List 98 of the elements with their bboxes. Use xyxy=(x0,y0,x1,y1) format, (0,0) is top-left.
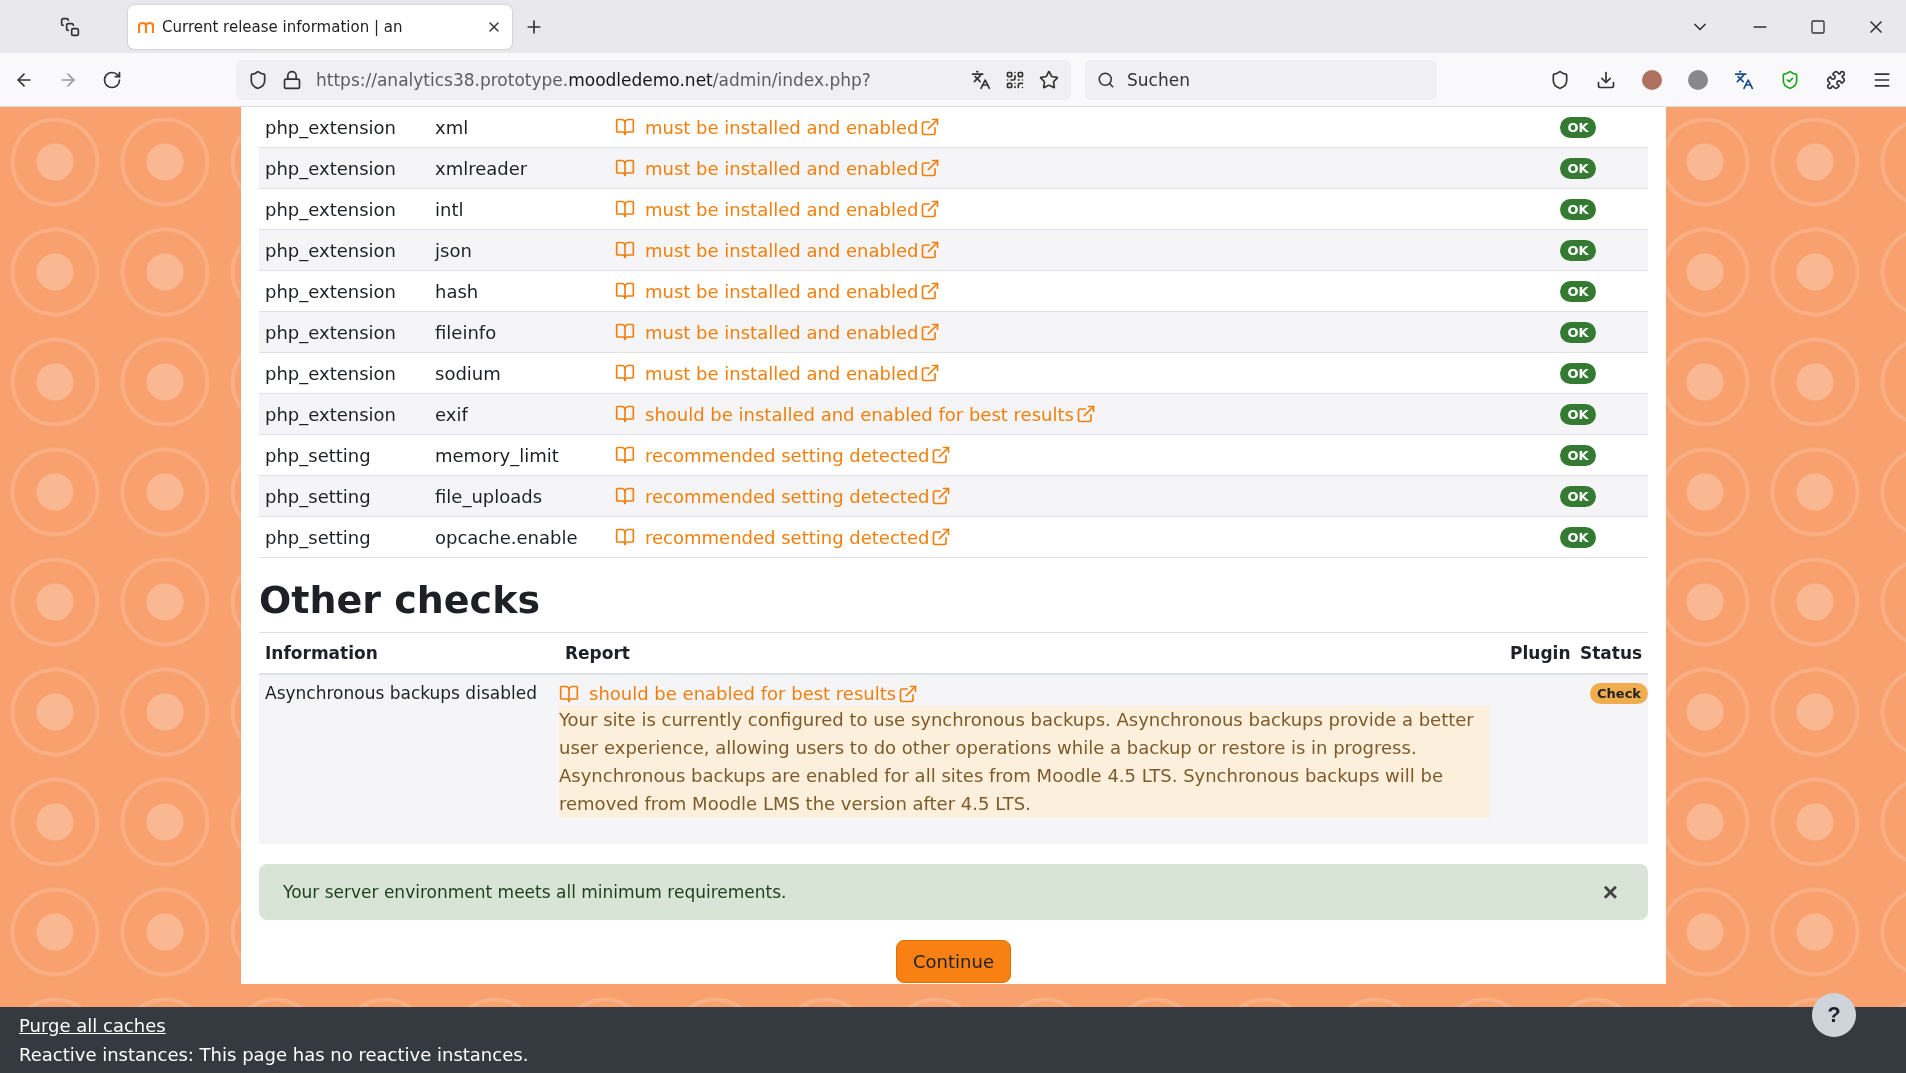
extensions-icon[interactable] xyxy=(1826,69,1846,90)
shield-icon xyxy=(248,69,268,90)
close-button[interactable]: × xyxy=(1596,875,1624,909)
report-link[interactable]: must be installed and enabled xyxy=(645,239,941,261)
maximize-icon[interactable] xyxy=(1810,18,1826,35)
column-header: Information xyxy=(264,643,379,663)
lock-icon xyxy=(282,69,302,90)
continue-button[interactable]: Continue xyxy=(896,940,1011,983)
table-cell-text: php_setting xyxy=(264,444,372,466)
external-link-icon[interactable] xyxy=(920,281,941,301)
report-link[interactable]: must be installed and enabled xyxy=(645,362,941,384)
status-badge: OK xyxy=(1560,280,1596,302)
reload-icon[interactable] xyxy=(102,69,122,90)
table-cell-text: xml xyxy=(434,116,470,138)
book-icon xyxy=(615,322,635,342)
table-cell-text: exif xyxy=(434,403,470,425)
report-link[interactable]: recommended setting detected xyxy=(645,444,952,466)
section-heading: Other checks xyxy=(259,578,542,622)
book-icon xyxy=(615,281,635,301)
table-cell-text: intl xyxy=(434,198,465,220)
status-badge: OK xyxy=(1560,485,1596,507)
external-link-icon[interactable] xyxy=(931,445,952,465)
column-header: Report xyxy=(564,643,631,663)
alert-message: Your server environment meets all minimum requirements. xyxy=(283,882,787,902)
tab-list-icon[interactable] xyxy=(60,16,80,37)
table-cell-text: json xyxy=(433,239,473,261)
status-badge: OK xyxy=(1560,444,1596,466)
book-icon xyxy=(615,527,635,547)
language-tool-icon[interactable] xyxy=(1734,69,1754,90)
book-icon xyxy=(559,683,579,704)
search-input[interactable]: Suchen xyxy=(1125,68,1425,91)
external-link-icon[interactable] xyxy=(920,117,941,137)
report-link[interactable]: must be installed and enabled xyxy=(645,280,941,302)
report-link[interactable]: recommended setting detected xyxy=(645,526,952,548)
book-icon xyxy=(615,158,635,178)
table-cell-text: php_extension xyxy=(264,280,397,302)
status-badge: Check xyxy=(1590,683,1648,704)
address-bar[interactable]: https://analytics38.prototype.moodledemo.net/admin/index.php? xyxy=(236,59,1071,100)
report-link[interactable]: should be enabled for best results xyxy=(589,683,919,704)
external-link-icon[interactable] xyxy=(920,363,941,383)
table-cell-text: php_extension xyxy=(264,403,397,425)
table-cell-text: php_extension xyxy=(264,157,397,179)
table-cell-text: fileinfo xyxy=(434,321,498,343)
external-link-icon[interactable] xyxy=(931,527,952,547)
table-cell-text: opcache.enable xyxy=(434,526,579,548)
report-link[interactable]: recommended setting detected xyxy=(645,485,952,507)
translate-icon[interactable] xyxy=(971,69,991,90)
book-icon xyxy=(615,445,635,465)
search-icon[interactable] xyxy=(1097,70,1115,89)
table-cell-text: php_setting xyxy=(264,485,372,507)
external-link-icon[interactable] xyxy=(920,199,941,219)
status-badge: OK xyxy=(1560,403,1596,425)
book-icon xyxy=(615,117,635,137)
report-link[interactable]: must be installed and enabled xyxy=(645,157,941,179)
status-badge: OK xyxy=(1560,116,1596,138)
book-icon xyxy=(615,486,635,506)
download-icon[interactable] xyxy=(1596,69,1616,90)
search-bar[interactable]: Suchen xyxy=(1085,59,1437,100)
tab-title: Current release information | an xyxy=(162,17,404,36)
table-cell-text: php_extension xyxy=(264,321,397,343)
qr-code-icon[interactable] xyxy=(1005,69,1025,90)
table-cell-text: hash xyxy=(434,280,480,302)
bookmark-star-icon[interactable] xyxy=(1039,69,1059,90)
logo-icon xyxy=(138,20,154,33)
book-icon xyxy=(615,363,635,383)
details-text: Your site is currently configured to use synchronous backups. Asynchronous backups provide a better user experience, allowing users to do other operations while a backup or restore is in progress. Asynchronous backups are enabled for all sites from Moodle 4.5 LTS. Synchronous backups will be removed from Moodle LMS the version after 4.5 LTS. xyxy=(559,706,1490,818)
status-badge: OK xyxy=(1560,198,1596,220)
table-cell-text: php_extension xyxy=(264,116,397,138)
report-link[interactable]: must be installed and enabled xyxy=(645,321,941,343)
column-header: Plugin xyxy=(1509,643,1572,663)
footer-text: Reactive instances: This page has no reactive instances. xyxy=(19,1044,530,1065)
table-cell-text: php_extension xyxy=(264,198,397,220)
table-cell-text: php_extension xyxy=(264,239,397,261)
table-cell-text: Asynchronous backups disabled xyxy=(264,683,538,703)
status-badge: OK xyxy=(1560,362,1596,384)
shield-check-icon[interactable] xyxy=(1780,69,1800,90)
table-cell-text: xmlreader xyxy=(434,157,529,179)
url-text: https://analytics38.prototype.moodledemo.net/admin/index.php? xyxy=(316,69,872,90)
table-cell-text: sodium xyxy=(434,362,502,384)
table-cell-text: file_uploads xyxy=(434,485,544,507)
table-cell-text: php_setting xyxy=(264,526,372,548)
help-button[interactable]: ? xyxy=(1812,993,1856,1037)
book-icon xyxy=(615,240,635,260)
report-link[interactable]: must be installed and enabled xyxy=(645,116,941,138)
status-badge: OK xyxy=(1560,321,1596,343)
status-badge: OK xyxy=(1560,157,1596,179)
column-header: Status xyxy=(1579,643,1644,663)
report-link[interactable]: should be installed and enabled for best results xyxy=(645,403,1096,425)
status-badge: OK xyxy=(1560,239,1596,261)
avatar-icon[interactable] xyxy=(1642,69,1662,90)
purge-caches-link[interactable]: Purge all caches xyxy=(19,1015,166,1036)
report-link[interactable]: must be installed and enabled xyxy=(645,198,941,220)
status-badge: OK xyxy=(1560,526,1596,548)
book-icon xyxy=(615,199,635,219)
browser-tab[interactable]: Current release information | an xyxy=(128,4,512,49)
table-cell-text: php_extension xyxy=(264,362,397,384)
table-cell-text: memory_limit xyxy=(434,444,560,466)
book-icon xyxy=(615,404,635,424)
